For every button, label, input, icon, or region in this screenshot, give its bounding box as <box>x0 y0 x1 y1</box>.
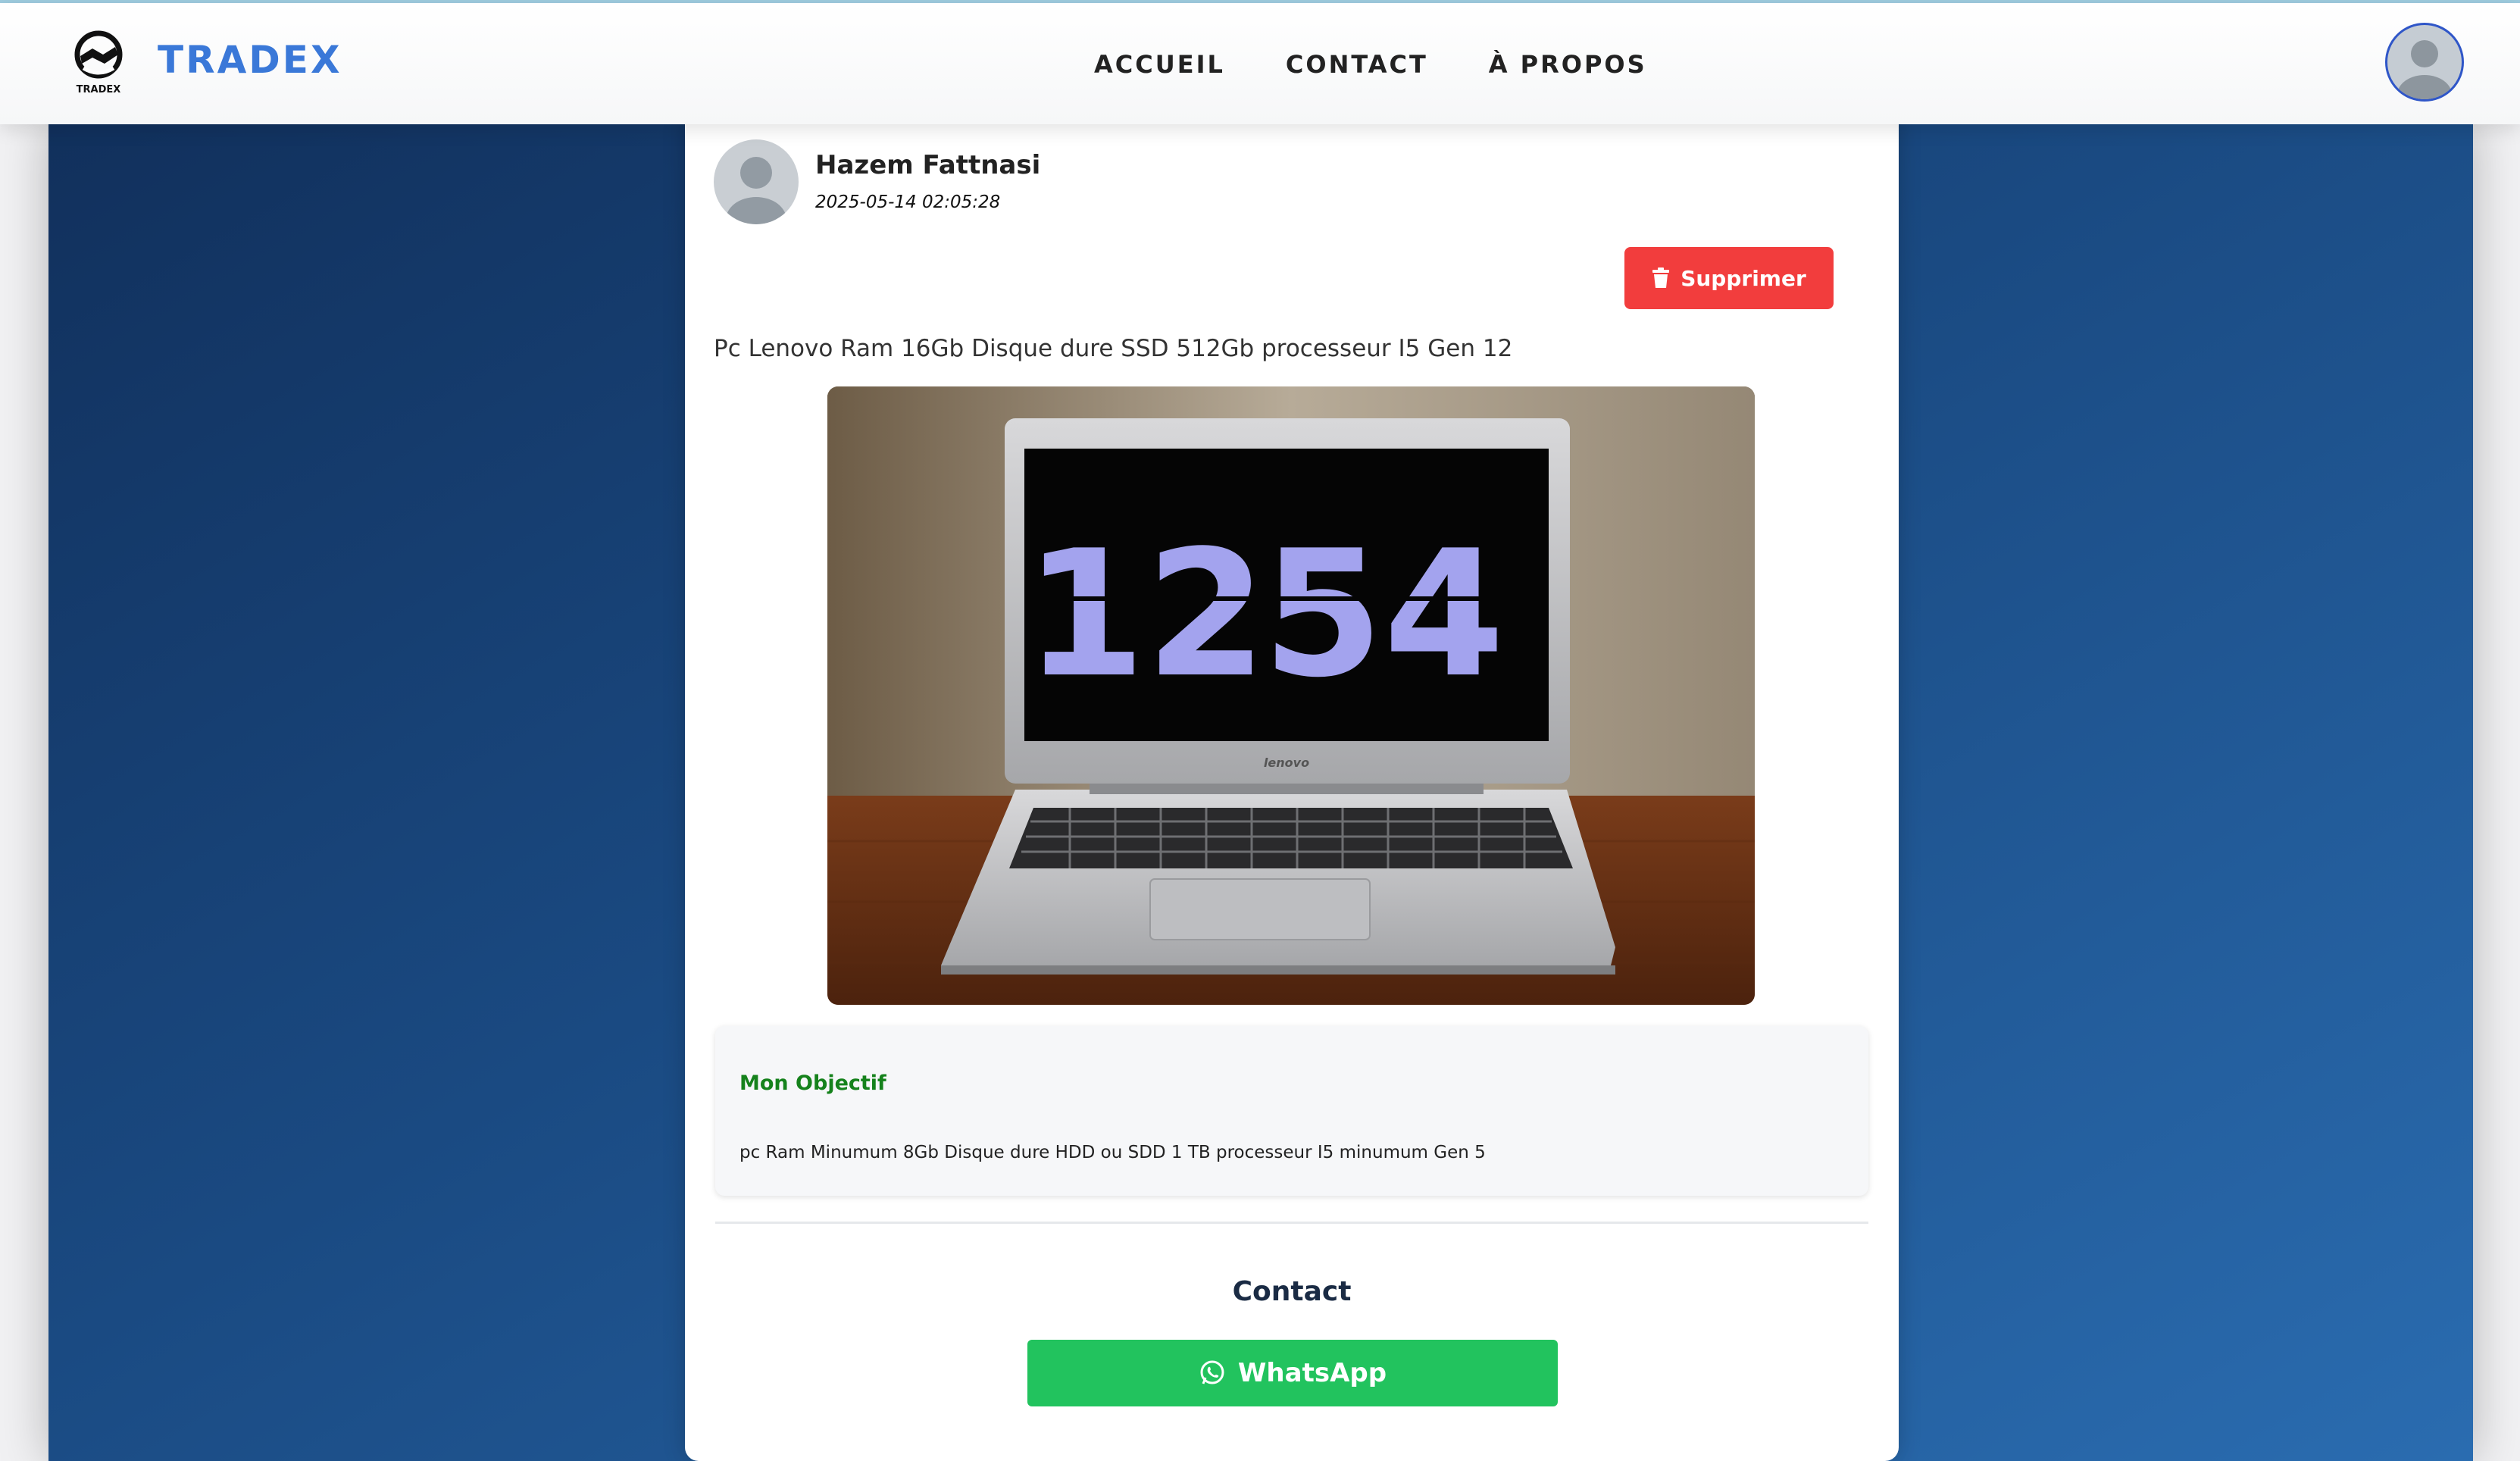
contact-title: Contact <box>1232 1276 1352 1307</box>
svg-text:12: 12 <box>1024 514 1267 716</box>
post-timestamp: 2025-05-14 02:05:28 <box>815 192 1001 212</box>
nav-accueil[interactable]: ACCUEIL <box>1094 50 1225 79</box>
handshake-logo-icon: TRADEX <box>74 30 123 95</box>
whatsapp-button[interactable]: WhatsApp <box>1027 1340 1558 1406</box>
whatsapp-label: WhatsApp <box>1237 1358 1387 1388</box>
tradex-logo[interactable]: TRADEX <box>70 29 130 95</box>
nav-contact[interactable]: CONTACT <box>1286 50 1428 79</box>
nav-a-propos[interactable]: À PROPOS <box>1489 50 1647 79</box>
section-divider <box>715 1222 1868 1224</box>
user-avatar-icon <box>726 157 786 224</box>
post-card: Hazem Fattnasi 2025-05-14 02:05:28 Suppr… <box>685 114 1899 1461</box>
main-menu: ACCUEIL CONTACT À PROPOS <box>1094 50 1708 79</box>
trash-icon <box>1652 267 1670 288</box>
svg-text:TRADEX: TRADEX <box>77 84 121 95</box>
objective-box: Mon Objectif pc Ram Minumum 8Gb Disque d… <box>715 1026 1868 1196</box>
author-name[interactable]: Hazem Fattnasi <box>815 150 1040 180</box>
profile-avatar-button[interactable] <box>2385 23 2464 102</box>
svg-text:lenovo: lenovo <box>1264 756 1309 770</box>
user-avatar-icon <box>2397 40 2452 99</box>
whatsapp-icon <box>1200 1360 1224 1384</box>
objective-title: Mon Objectif <box>739 1072 886 1095</box>
author-avatar <box>714 139 799 224</box>
top-navbar: TRADEX TRADEX ACCUEIL CONTACT À PROPOS <box>0 3 2520 124</box>
post-image[interactable]: 12 54 lenovo <box>827 386 1755 1005</box>
delete-post-button[interactable]: Supprimer <box>1624 247 1834 309</box>
post-description: Pc Lenovo Ram 16Gb Disque dure SSD 512Gb… <box>714 335 1513 362</box>
brand-name[interactable]: TRADEX <box>158 38 342 82</box>
objective-text: pc Ram Minumum 8Gb Disque dure HDD ou SD… <box>739 1143 1486 1162</box>
laptop-photo: 12 54 lenovo <box>827 386 1755 1005</box>
delete-label: Supprimer <box>1681 265 1806 291</box>
svg-text:54: 54 <box>1262 514 1505 716</box>
